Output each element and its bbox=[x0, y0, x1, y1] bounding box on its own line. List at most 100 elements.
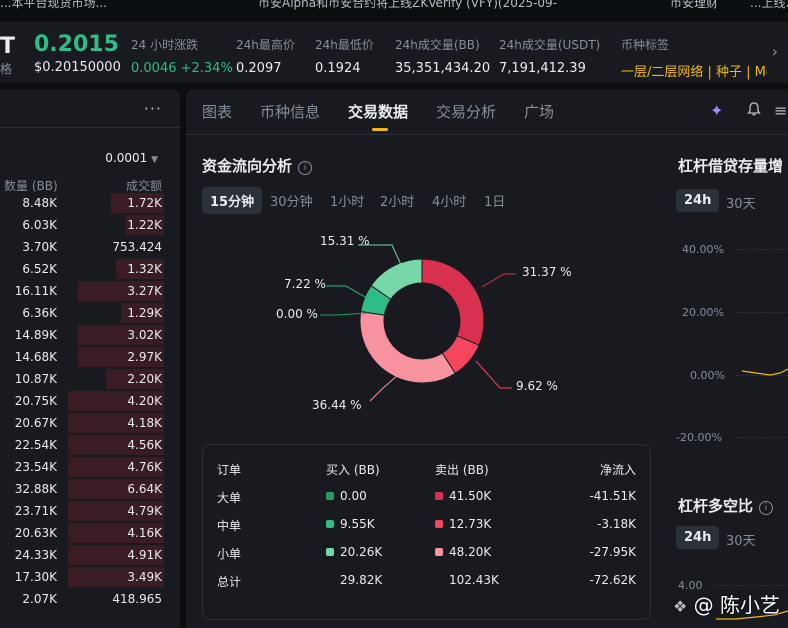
row-net-text: -3.18K bbox=[597, 517, 636, 531]
col-header-net: 净流入 bbox=[599, 463, 636, 477]
row-qty: 14.68K bbox=[14, 350, 57, 364]
col-header-order: 订单 bbox=[217, 463, 242, 477]
ticker-bar: T 格 0.2015 $0.20150000 24 小时涨跌 0.0046 +2… bbox=[0, 22, 788, 84]
legend-swatch bbox=[326, 492, 334, 500]
stat-24h-volume-base: 24h成交量(BB) 35,351,434.20 bbox=[395, 36, 490, 76]
col-header-sell: 卖出 (BB) bbox=[435, 463, 489, 477]
divider bbox=[0, 127, 180, 128]
stat-label: 24h成交量(BB) bbox=[395, 38, 480, 52]
news-ticker[interactable]: ...本平台现货市场... 币安Alpha和币安合约将上线ZKVerify (V… bbox=[0, 0, 788, 22]
row-total: 4.56K bbox=[127, 438, 162, 452]
symbol-sub: 格 bbox=[0, 62, 13, 76]
row-qty: 16.11K bbox=[14, 284, 57, 298]
y-axis-label: 0.00% bbox=[690, 369, 725, 382]
order-book-row[interactable]: 20.67K 4.18K bbox=[0, 412, 180, 434]
symbol-name[interactable]: T bbox=[0, 34, 15, 59]
order-book-row[interactable]: 23.54K 4.76K bbox=[0, 456, 180, 478]
row-buy: 29.82K bbox=[340, 573, 382, 587]
order-book-row[interactable]: 14.89K 3.02K bbox=[0, 324, 180, 346]
period-24h[interactable]: 24h bbox=[676, 189, 720, 212]
stat-coin-tags[interactable]: 币种标签 一层/二层网络 | 种子 | Me bbox=[621, 36, 767, 80]
row-name-text: 中单 bbox=[217, 519, 242, 533]
row-qty: 17.30K bbox=[14, 570, 57, 584]
order-book-row[interactable]: 24.33K 4.91K bbox=[0, 544, 180, 566]
row-qty: 14.89K bbox=[14, 328, 57, 342]
row-sell: 48.20K bbox=[435, 545, 491, 559]
row-qty: 24.33K bbox=[14, 548, 57, 562]
row-name-text: 小单 bbox=[217, 547, 242, 561]
row-qty: 23.54K bbox=[14, 460, 57, 474]
row-total: 4.18K bbox=[127, 416, 162, 430]
row-buy: 0.00 bbox=[326, 489, 367, 503]
order-book-row[interactable]: 32.88K 6.64K bbox=[0, 478, 180, 500]
news-item[interactable]: 币安Alpha和币安合约将上线ZKVerify (VFY)(2025-09- bbox=[258, 0, 557, 11]
chevron-right-icon[interactable]: › bbox=[772, 42, 778, 61]
row-total: 4.91K bbox=[127, 548, 162, 562]
last-price-usd: $0.20150000 bbox=[34, 60, 121, 75]
row-net: -3.18K bbox=[597, 517, 636, 531]
more-icon[interactable]: ··· bbox=[144, 99, 162, 118]
row-total: 418.965 bbox=[112, 592, 162, 606]
caret-down-icon: ▼ bbox=[151, 155, 158, 165]
last-price: 0.2015 bbox=[34, 32, 119, 57]
coin-tags[interactable]: 一层/二层网络 | 种子 | Me bbox=[621, 61, 767, 80]
row-total: 1.72K bbox=[127, 196, 162, 210]
row-total: 753.424 bbox=[112, 240, 162, 254]
order-book-row[interactable]: 22.54K 4.56K bbox=[0, 434, 180, 456]
period-30d[interactable]: 30天 bbox=[718, 189, 764, 216]
stat-24h-volume-usdt: 24h成交量(USDT) 7,191,412.39 bbox=[499, 36, 600, 76]
row-net: -27.95K bbox=[589, 545, 636, 559]
row-total: 6.64K bbox=[127, 482, 162, 496]
row-sell: 12.73K bbox=[435, 517, 491, 531]
order-book-row[interactable]: 6.36K 1.29K bbox=[0, 302, 180, 324]
news-item[interactable]: 币安理财 bbox=[670, 0, 718, 11]
row-name: 小单 bbox=[217, 545, 241, 562]
stat-label: 24 小时涨跌 bbox=[131, 38, 199, 52]
stat-value: 0.0046 +2.34% bbox=[131, 61, 233, 76]
order-book-row[interactable]: 14.68K 2.97K bbox=[0, 346, 180, 368]
order-book-row[interactable]: 6.52K 1.32K bbox=[0, 258, 180, 280]
grid-line bbox=[736, 437, 788, 438]
order-book: ··· 0.0001 ▼ 数量 (BB) 成交额 8.48K 1.72K 6.03K… bbox=[0, 89, 180, 628]
row-qty: 20.67K bbox=[14, 416, 57, 430]
order-book-row[interactable]: 20.75K 4.20K bbox=[0, 390, 180, 412]
precision-value: 0.0001 bbox=[105, 151, 148, 165]
row-sell: 102.43K bbox=[449, 573, 499, 587]
row-buy: 9.55K bbox=[326, 517, 375, 531]
y-axis-label: 20.00% bbox=[682, 306, 724, 319]
row-qty: 6.03K bbox=[22, 218, 57, 232]
precision-select[interactable]: 0.0001 ▼ bbox=[105, 151, 158, 165]
row-total: 3.02K bbox=[127, 328, 162, 342]
legend-swatch bbox=[326, 548, 334, 556]
row-sell-text: 12.73K bbox=[449, 517, 492, 531]
row-name: 中单 bbox=[217, 517, 241, 534]
row-qty: 22.54K bbox=[14, 438, 57, 452]
row-buy-text: 29.82K bbox=[340, 573, 383, 587]
order-book-row[interactable]: 2.07K 418.965 bbox=[0, 588, 180, 610]
y-axis-label: 40.00% bbox=[682, 243, 724, 256]
row-name: 总计 bbox=[217, 573, 241, 590]
period-30d[interactable]: 30天 bbox=[718, 526, 764, 553]
order-book-row[interactable]: 23.71K 4.79K bbox=[0, 500, 180, 522]
period-24h[interactable]: 24h bbox=[676, 526, 720, 549]
stat-24h-low: 24h最低价 0.1924 bbox=[315, 36, 374, 76]
margin-loan-line bbox=[741, 368, 788, 376]
legend-swatch bbox=[435, 520, 443, 528]
watermark-text: @ 陈小艺 bbox=[693, 593, 780, 617]
news-item[interactable]: ...上线... bbox=[750, 0, 788, 11]
order-book-row[interactable]: 10.87K 2.20K bbox=[0, 368, 180, 390]
news-item[interactable]: ...本平台现货市场... bbox=[0, 0, 107, 11]
info-icon[interactable]: i bbox=[759, 501, 774, 515]
order-book-row[interactable]: 20.63K 4.16K bbox=[0, 522, 180, 544]
order-book-row[interactable]: 16.11K 3.27K bbox=[0, 280, 180, 302]
stat-24h-high: 24h最高价 0.2097 bbox=[236, 36, 295, 76]
order-book-row[interactable]: 8.48K 1.72K bbox=[0, 192, 180, 214]
stat-value: 7,191,412.39 bbox=[499, 61, 586, 76]
stat-24h-change: 24 小时涨跌 0.0046 +2.34% bbox=[131, 36, 233, 76]
order-book-row[interactable]: 6.03K 1.22K bbox=[0, 214, 180, 236]
legend-swatch bbox=[326, 520, 334, 528]
row-sell-text: 48.20K bbox=[449, 545, 492, 559]
stat-label: 币种标签 bbox=[621, 38, 670, 52]
order-book-row[interactable]: 3.70K 753.424 bbox=[0, 236, 180, 258]
order-book-row[interactable]: 17.30K 3.49K bbox=[0, 566, 180, 588]
